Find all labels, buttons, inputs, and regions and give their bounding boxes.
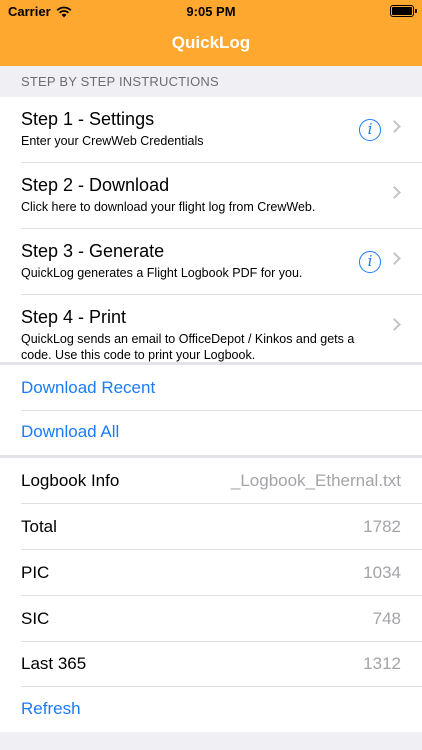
refresh-row[interactable]: Refresh [0,686,422,732]
chevron-right-icon [388,186,401,199]
chevron-right-icon [388,318,401,331]
download-all-row[interactable]: Download All [0,409,422,455]
total-value: 1782 [363,517,401,536]
pic-label: PIC [21,563,50,582]
chevron-right-icon [388,120,401,133]
sic-value: 748 [372,609,401,628]
status-bar: Carrier 9:05 PM [0,0,422,24]
navigation-bar: Carrier 9:05 PM QuickLog [0,0,422,66]
refresh-button[interactable]: Refresh [21,686,81,732]
last-365-row: Last 365 1312 [0,641,422,687]
total-row: Total 1782 [0,504,422,550]
logbook-info-row: Logbook Info _Logbook_Ethernal.txt [0,458,422,504]
step-title: Step 2 - Download [21,175,170,195]
step-title: Step 1 - Settings [21,109,155,129]
step-subtitle: QuickLog sends an email to OfficeDepot /… [21,332,355,362]
last-365-label: Last 365 [21,654,87,673]
step-title: Step 4 - Print [21,307,127,327]
logbook-info-list: Logbook Info _Logbook_Ethernal.txt Total… [0,458,422,732]
step-subtitle: Enter your CrewWeb Credentials [21,134,204,148]
chevron-right-icon [388,252,401,265]
step-settings-row[interactable]: Step 1 - Settings Enter your CrewWeb Cre… [0,97,422,163]
last-365-value: 1312 [363,654,401,673]
sic-label: SIC [21,609,50,628]
section-header-instructions: STEP BY STEP INSTRUCTIONS [21,74,219,89]
info-icon[interactable]: i [359,251,381,273]
step-title: Step 3 - Generate [21,241,165,261]
step-subtitle: Click here to download your flight log f… [21,200,316,214]
pic-row: PIC 1034 [0,550,422,596]
pic-value: 1034 [363,563,401,582]
total-label: Total [21,517,57,536]
logbook-file-value: _Logbook_Ethernal.txt [230,471,401,490]
download-recent-button[interactable]: Download Recent [21,365,155,411]
download-actions: Download Recent Download All [0,365,422,455]
step-download-row[interactable]: Step 2 - Download Click here to download… [0,163,422,229]
step-print-row[interactable]: Step 4 - Print QuickLog sends an email t… [0,295,422,362]
step-subtitle: QuickLog generates a Flight Logbook PDF … [21,266,303,280]
step-generate-row[interactable]: Step 3 - Generate QuickLog generates a F… [0,229,422,295]
page-title: QuickLog [171,33,251,52]
info-icon[interactable]: i [359,119,381,141]
instructions-list: Step 1 - Settings Enter your CrewWeb Cre… [0,97,422,362]
status-time: 9:05 PM [186,4,236,19]
download-recent-row[interactable]: Download Recent [0,365,422,411]
logbook-info-label: Logbook Info [21,471,120,490]
download-all-button[interactable]: Download All [21,409,119,455]
sic-row: SIC 748 [0,596,422,642]
battery-icon [390,5,417,17]
